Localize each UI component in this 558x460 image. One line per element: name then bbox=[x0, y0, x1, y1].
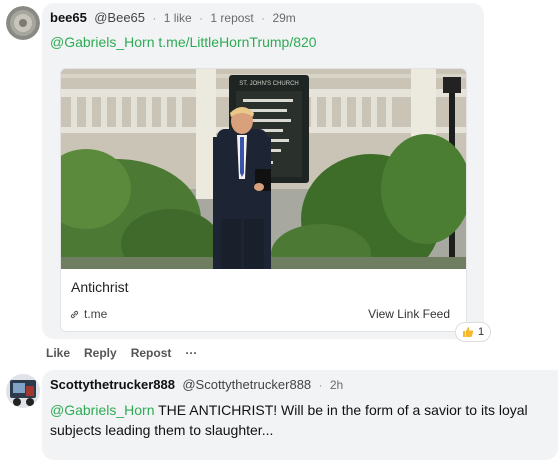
repost-button[interactable]: Repost bbox=[131, 346, 172, 360]
post-actions-1: Like Reply Repost ··· bbox=[46, 346, 197, 360]
view-link-feed-button[interactable]: View Link Feed bbox=[368, 307, 450, 321]
like-count[interactable]: 1 like bbox=[164, 11, 192, 25]
link-icon bbox=[70, 310, 79, 318]
post-body-1: @Gabriels_Horn t.me/LittleHornTrump/820 bbox=[50, 32, 317, 52]
avatar-image bbox=[6, 374, 40, 408]
timestamp[interactable]: 2h bbox=[330, 378, 343, 392]
card-source[interactable]: t.me bbox=[69, 307, 107, 321]
post-header-1: bee65 @Bee65 · 1 like · 1 repost · 29m bbox=[50, 10, 296, 25]
mention-link[interactable]: @Gabriels_Horn bbox=[50, 402, 154, 418]
like-button[interactable]: Like bbox=[46, 346, 70, 360]
preview-image: ST. JOHN'S CHURCH bbox=[61, 69, 466, 269]
post-body-2: @Gabriels_Horn THE ANTICHRIST! Will be i… bbox=[50, 400, 550, 440]
thumbs-up-icon bbox=[462, 327, 474, 337]
link-preview-card[interactable]: ST. JOHN'S CHURCH Antichrist t.me View L… bbox=[60, 68, 467, 332]
user-handle[interactable]: @Bee65 bbox=[94, 10, 145, 25]
avatar-scottythetrucker888[interactable] bbox=[6, 374, 40, 408]
post-header-2: Scottythetrucker888 @Scottythetrucker888… bbox=[50, 377, 344, 392]
more-options-button[interactable]: ··· bbox=[185, 346, 197, 360]
timestamp[interactable]: 29m bbox=[272, 11, 295, 25]
username[interactable]: bee65 bbox=[50, 10, 87, 25]
avatar-image bbox=[6, 6, 40, 40]
repost-count[interactable]: 1 repost bbox=[210, 11, 253, 25]
card-domain[interactable]: t.me bbox=[84, 307, 107, 321]
username[interactable]: Scottythetrucker888 bbox=[50, 377, 175, 392]
mention-link[interactable]: @Gabriels_Horn bbox=[50, 34, 154, 50]
reaction-count: 1 bbox=[477, 326, 485, 338]
avatar-bee65[interactable] bbox=[6, 6, 40, 40]
sign-text: ST. JOHN'S CHURCH bbox=[239, 81, 298, 87]
card-title[interactable]: Antichrist bbox=[71, 279, 129, 295]
user-handle[interactable]: @Scottythetrucker888 bbox=[182, 377, 311, 392]
reply-button[interactable]: Reply bbox=[84, 346, 117, 360]
external-link[interactable]: t.me/LittleHornTrump/820 bbox=[158, 34, 316, 50]
reaction-badge[interactable]: 1 bbox=[455, 322, 491, 342]
